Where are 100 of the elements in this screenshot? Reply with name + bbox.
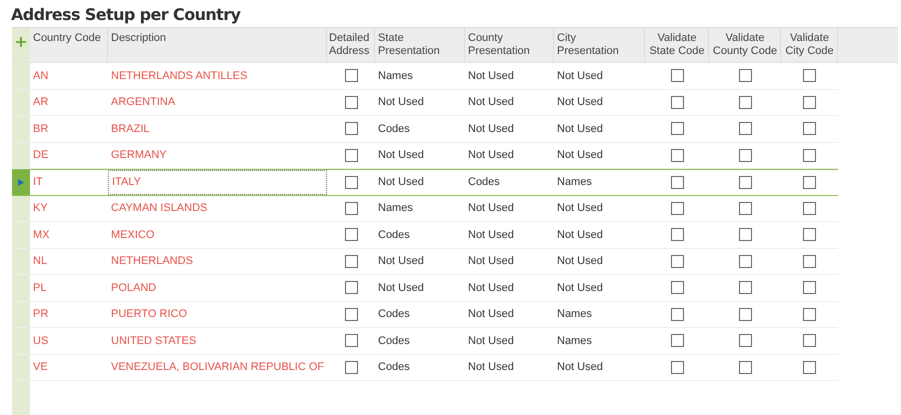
checkbox[interactable]: [344, 202, 358, 215]
checkbox[interactable]: [803, 334, 816, 348]
checkbox[interactable]: [670, 360, 684, 374]
table-cell: Not Used: [557, 282, 603, 294]
checkbox[interactable]: [670, 176, 684, 189]
column-header[interactable]: Description: [108, 28, 327, 62]
table-cell: Not Used: [378, 176, 424, 188]
table-row[interactable]: VE VENEZUELA, BOLIVARIAN REPUBLIC OF Codes Not Used Not Used: [12, 354, 838, 381]
checkbox[interactable]: [670, 281, 684, 294]
column-header[interactable]: Country Code: [30, 28, 108, 62]
checkbox[interactable]: [670, 69, 684, 82]
checkbox[interactable]: [738, 360, 752, 374]
table-cell: Not Used: [468, 282, 514, 294]
checkbox[interactable]: [738, 281, 752, 294]
table-row[interactable]: PL POLAND Not Used Not Used Not Used: [12, 275, 838, 302]
checkbox[interactable]: [670, 148, 684, 162]
checkbox[interactable]: [344, 96, 358, 109]
checkbox[interactable]: [803, 202, 816, 215]
checkbox[interactable]: [738, 202, 752, 215]
page-title: Address Setup per Country: [10, 4, 242, 26]
table-cell: ARGENTINA: [111, 96, 176, 108]
table-cell: KY: [33, 202, 48, 214]
table-row[interactable]: DE GERMANY Not Used Not Used Not Used: [12, 142, 838, 169]
checkbox[interactable]: [670, 334, 684, 348]
table-row[interactable]: AN NETHERLANDS ANTILLES Names Not Used Not Used: [12, 63, 838, 90]
checkbox[interactable]: [344, 334, 358, 348]
table-cell: Codes: [378, 361, 410, 374]
checkbox[interactable]: [738, 254, 752, 268]
checkbox[interactable]: [344, 254, 358, 268]
checkbox[interactable]: [803, 254, 816, 268]
table-cell: Not Used: [557, 122, 603, 135]
table-cell: Not Used: [468, 334, 514, 347]
table-cell: Names: [378, 202, 413, 214]
checkbox[interactable]: [738, 122, 752, 136]
table-cell: Not Used: [468, 202, 514, 214]
column-header[interactable]: State Presentation: [375, 28, 465, 62]
checkbox[interactable]: [803, 176, 816, 189]
table-cell: NETHERLANDS ANTILLES: [111, 70, 248, 82]
checkbox[interactable]: [344, 69, 358, 82]
table-cell: Not Used: [468, 122, 514, 135]
checkbox[interactable]: [803, 308, 816, 321]
table-cell: GERMANY: [111, 149, 167, 162]
table-cell: US: [33, 334, 48, 347]
checkbox[interactable]: [670, 202, 684, 215]
table-cell: Not Used: [557, 255, 603, 268]
checkbox[interactable]: [738, 69, 752, 82]
checkbox[interactable]: [344, 148, 358, 162]
checkbox[interactable]: [738, 228, 752, 242]
table-row[interactable]: MX MEXICO Codes Not Used Not Used: [12, 222, 838, 248]
current-row-icon: [18, 178, 24, 186]
checkbox[interactable]: [670, 122, 684, 136]
column-header[interactable]: City Presentation: [554, 28, 645, 62]
checkbox[interactable]: [803, 360, 816, 374]
table-row[interactable]: PR PUERTO RICO Codes Not Used Names: [12, 302, 838, 328]
checkbox[interactable]: [670, 254, 684, 268]
table-row[interactable]: NL NETHERLANDS Not Used Not Used Not Used: [12, 248, 838, 275]
checkbox[interactable]: [344, 360, 358, 374]
table-cell: Codes: [378, 228, 410, 241]
checkbox[interactable]: [344, 281, 358, 294]
checkbox[interactable]: [738, 96, 752, 109]
checkbox[interactable]: [344, 176, 358, 189]
table-row[interactable]: BR BRAZIL Codes Not Used Not Used: [12, 116, 838, 142]
checkbox[interactable]: [803, 122, 816, 136]
checkbox[interactable]: [738, 176, 752, 189]
column-header[interactable]: Validate State Code: [645, 28, 709, 62]
checkbox[interactable]: [344, 122, 358, 136]
column-header[interactable]: Validate City Code: [781, 28, 838, 62]
checkbox[interactable]: [670, 228, 684, 242]
table-row[interactable]: AR ARGENTINA Not Used Not Used Not Used: [12, 90, 838, 116]
table-cell: Not Used: [378, 96, 424, 108]
table-cell: DE: [33, 149, 48, 162]
checkbox[interactable]: [803, 96, 816, 109]
checkbox[interactable]: [670, 308, 684, 321]
checkbox[interactable]: [803, 69, 816, 82]
column-header[interactable]: County Presentation: [465, 28, 554, 62]
checkbox[interactable]: [344, 308, 358, 321]
table-cell: Not Used: [557, 202, 603, 214]
table-cell: Not Used: [557, 361, 603, 374]
checkbox[interactable]: [738, 308, 752, 321]
table-cell: NETHERLANDS: [111, 255, 193, 268]
column-header[interactable]: Detailed Address: [327, 28, 375, 62]
checkbox[interactable]: [670, 96, 684, 109]
checkbox[interactable]: [803, 228, 816, 242]
checkbox[interactable]: [344, 228, 358, 242]
table-cell: Not Used: [378, 282, 424, 294]
table-row[interactable]: US UNITED STATES Codes Not Used Names: [12, 328, 838, 354]
checkbox[interactable]: [738, 334, 752, 348]
checkbox[interactable]: [803, 281, 816, 294]
table-cell: CAYMAN ISLANDS: [111, 202, 208, 214]
table-row[interactable]: KY CAYMAN ISLANDS Names Not Used Not Used: [12, 196, 838, 222]
table-cell: BR: [33, 122, 48, 135]
table-cell: BRAZIL: [111, 122, 150, 135]
table-cell: AR: [33, 96, 48, 108]
table-row[interactable]: IT ITALY Not Used Codes Names: [12, 169, 838, 196]
table-cell: PL: [33, 282, 46, 294]
table-cell: Not Used: [468, 255, 514, 268]
checkbox[interactable]: [803, 148, 816, 162]
checkbox[interactable]: [738, 148, 752, 162]
column-header[interactable]: Validate County Code: [709, 28, 781, 62]
table-cell: POLAND: [111, 282, 156, 294]
